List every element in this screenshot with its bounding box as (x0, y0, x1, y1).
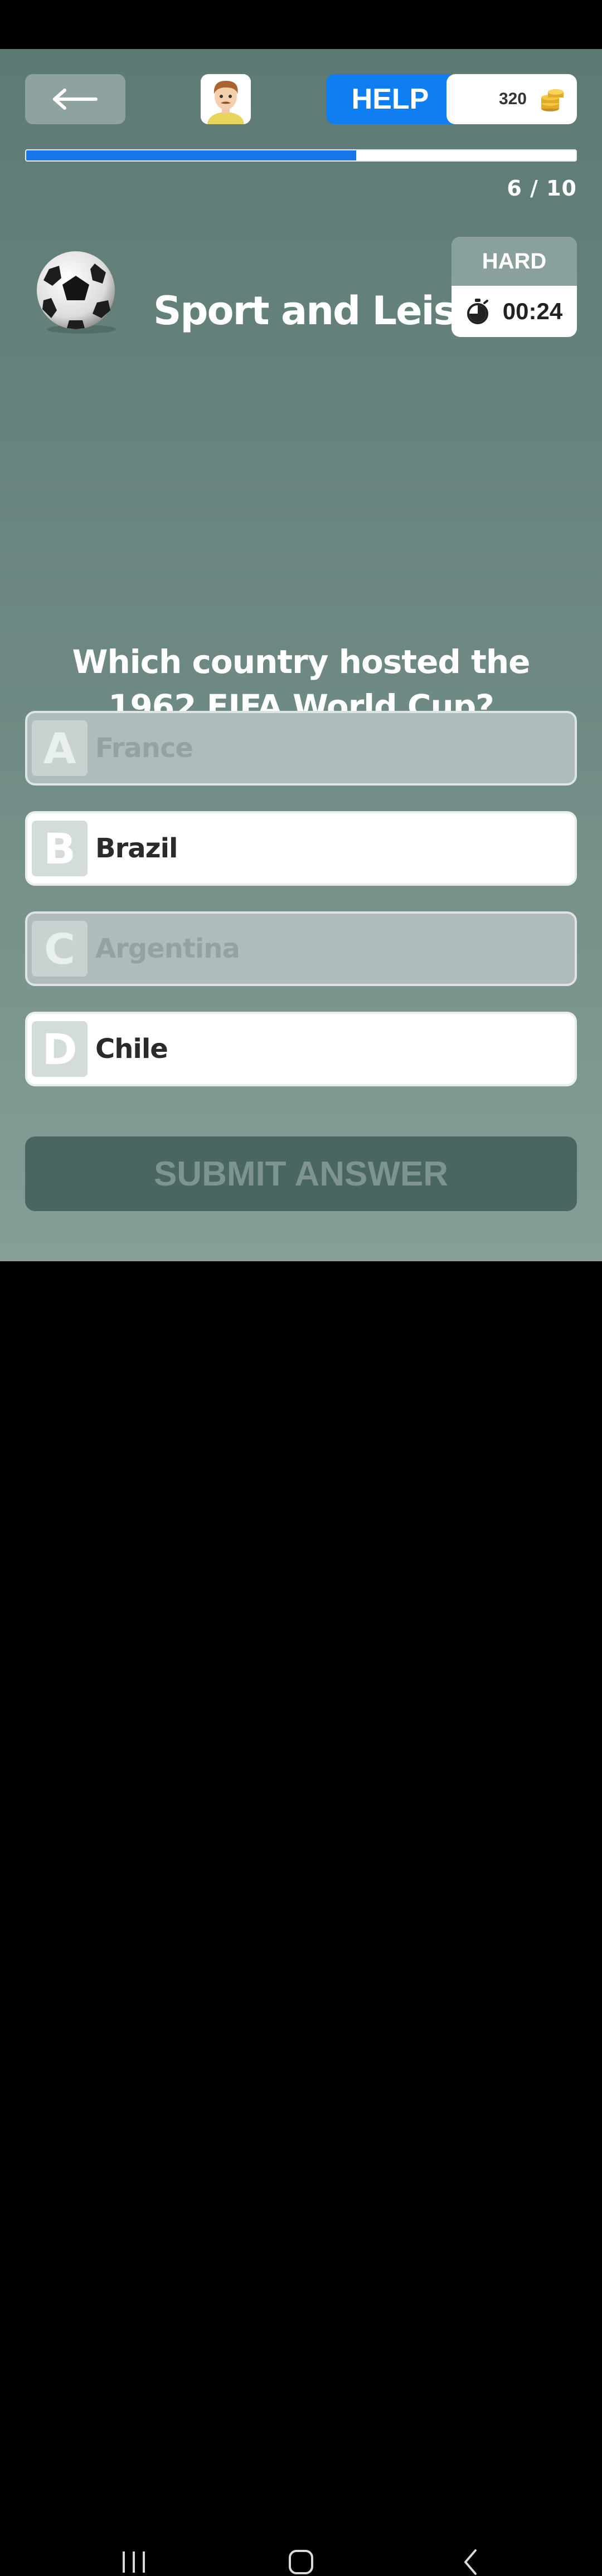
answer-letter: B (32, 821, 88, 876)
help-coins-group: HELP 320 (326, 74, 577, 124)
answer-option-d[interactable]: D Chile (25, 1012, 577, 1086)
help-label: HELP (351, 83, 429, 115)
progress-fill (26, 150, 356, 160)
answer-letter: D (32, 1021, 88, 1077)
question-counter: 6 / 10 (507, 176, 577, 201)
answer-text: Argentina (95, 933, 240, 964)
answer-letter: C (32, 921, 88, 977)
status-bar (0, 0, 602, 49)
progress-bar (25, 149, 577, 162)
category-icon-wrapper (32, 247, 122, 336)
answer-option-b[interactable]: B Brazil (25, 811, 577, 886)
back-chevron-icon[interactable] (454, 2548, 488, 2576)
coins-display[interactable]: 320 (446, 74, 577, 124)
arrow-left-icon (53, 89, 98, 110)
system-nav-bar (0, 1261, 602, 2575)
answer-option-a[interactable]: A France (25, 711, 577, 786)
answer-option-c[interactable]: C Argentina (25, 911, 577, 986)
help-button[interactable]: HELP (326, 74, 454, 124)
soccer-ball-icon (37, 251, 116, 334)
difficulty-badge: HARD (452, 237, 577, 286)
timer-value: 00:24 (502, 298, 563, 324)
difficulty-card: HARD 00:24 (452, 237, 577, 337)
submit-answer-button[interactable]: SUBMIT ANSWER (25, 1136, 577, 1211)
timer: 00:24 (452, 286, 577, 337)
answer-text: France (95, 733, 193, 764)
quiz-screen: HELP 320 6 / 10 Sport and Leisure HARD 0… (0, 49, 602, 1261)
recents-icon[interactable] (117, 2548, 151, 2576)
home-icon[interactable] (284, 2548, 318, 2576)
answer-text: Chile (95, 1033, 168, 1065)
avatar[interactable] (201, 74, 251, 124)
coin-stack-icon (541, 89, 564, 111)
answer-text: Brazil (95, 833, 178, 864)
back-button[interactable] (25, 74, 125, 124)
coins-value: 320 (498, 90, 527, 108)
answer-letter: A (32, 720, 88, 776)
avatar-man-icon (201, 74, 251, 124)
stopwatch-icon (467, 299, 488, 324)
